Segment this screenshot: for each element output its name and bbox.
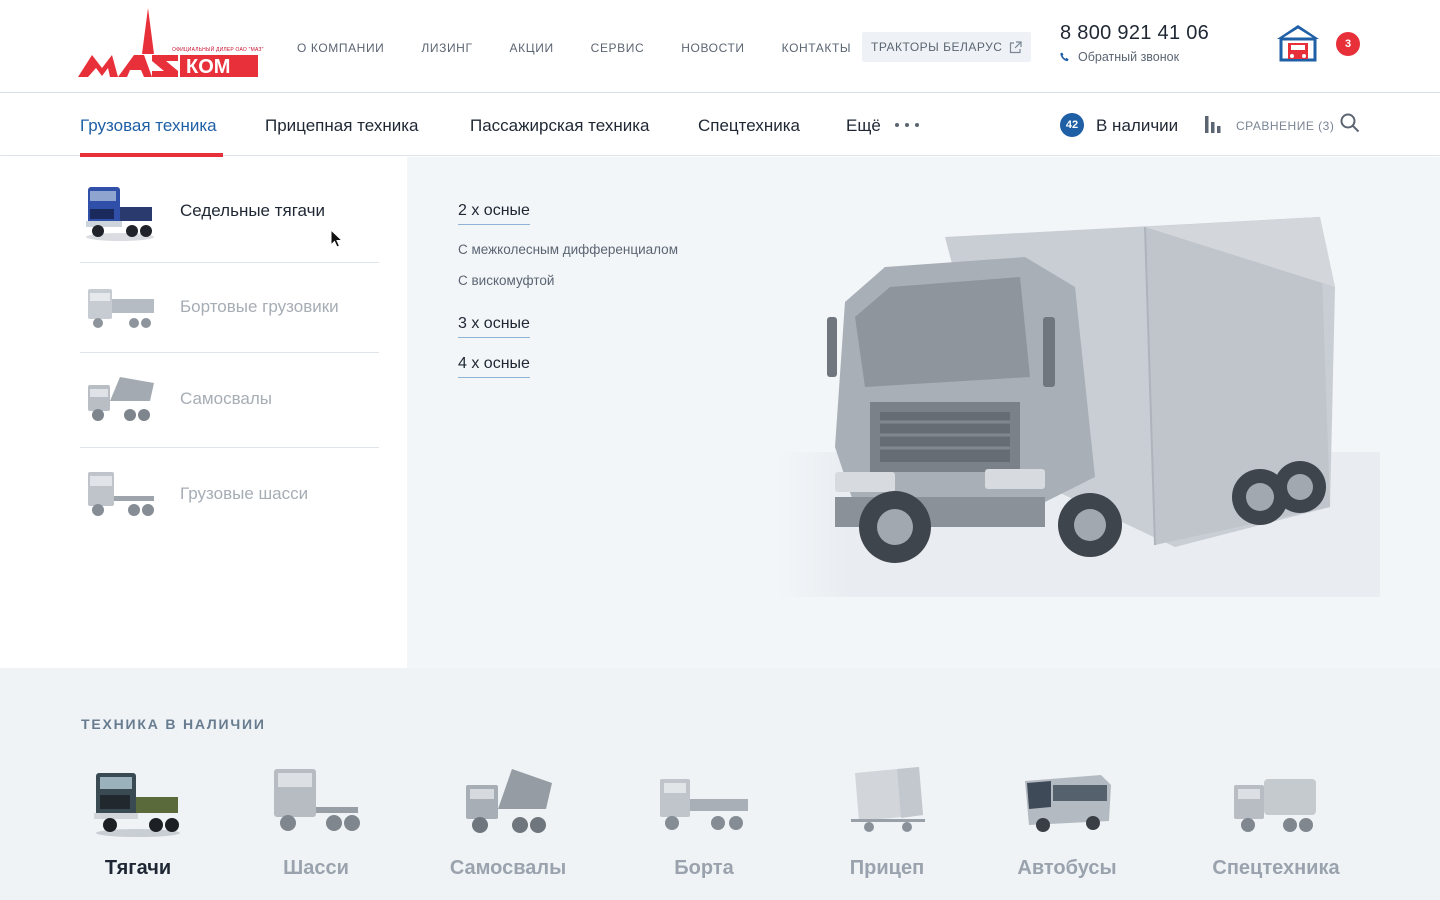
main-nav-passenger[interactable]: Пассажирская техника xyxy=(470,116,649,136)
main-nav-trucks[interactable]: Грузовая техника xyxy=(80,116,217,136)
main-nav-trailers[interactable]: Прицепная техника xyxy=(265,116,418,136)
top-nav-service[interactable]: СЕРВИС xyxy=(591,41,645,55)
main-nav-special[interactable]: Спецтехника xyxy=(698,116,800,136)
stock-trailer[interactable]: Прицеп xyxy=(797,763,977,880)
category-dumpers-label: Самосвалы xyxy=(180,389,272,408)
main-nav-more[interactable]: Ещё xyxy=(846,116,881,136)
category-tractors-label: Седельные тягачи xyxy=(180,201,325,220)
top-nav-leasing[interactable]: ЛИЗИНГ xyxy=(421,41,472,55)
top-nav: О КОМПАНИИ ЛИЗИНГ АКЦИИ СЕРВИС НОВОСТИ К… xyxy=(297,41,888,55)
stock-count-badge: 42 xyxy=(1060,113,1084,137)
in-stock-section: ТЕХНИКА В НАЛИЧИИ Тягачи Шасси Самосвалы… xyxy=(0,668,1440,900)
stock-dumpers[interactable]: Самосвалы xyxy=(418,763,598,880)
garage-count-badge: 3 xyxy=(1336,32,1360,56)
stock-trailer-label: Прицеп xyxy=(849,857,925,879)
divider xyxy=(80,447,379,448)
sub-axle-4[interactable]: 4 х осные xyxy=(458,355,530,378)
phone-number[interactable]: 8 800 921 41 06 xyxy=(1060,22,1209,45)
top-nav-news[interactable]: НОВОСТИ xyxy=(681,41,744,55)
compare-icon[interactable] xyxy=(1205,115,1221,133)
top-nav-promotions[interactable]: АКЦИИ xyxy=(510,41,554,55)
logo[interactable]: КОМ ОФИЦИАЛЬНЫЙ ДИЛЕР ОАО "МАЗ" xyxy=(78,8,263,80)
bus-image xyxy=(1025,775,1111,832)
flatbed-thumbnail xyxy=(88,289,154,328)
svg-text:КОМ: КОМ xyxy=(186,56,230,78)
search-icon[interactable] xyxy=(1340,113,1360,133)
stock-special[interactable]: Спецтехника xyxy=(1186,763,1366,880)
flatbed-image xyxy=(660,779,748,830)
category-list: Седельные тягачи Бортовые грузовики Само… xyxy=(0,157,407,668)
chassis-image xyxy=(274,769,360,831)
garage-icon[interactable] xyxy=(1276,24,1320,62)
compare-link[interactable]: СРАВНЕНИЕ (3) xyxy=(1236,119,1334,133)
stock-dumpers-label: Самосвалы xyxy=(449,857,567,879)
divider xyxy=(80,262,379,263)
mega-menu-panel: Седельные тягачи Бортовые грузовики Само… xyxy=(0,157,1440,668)
trailer-image xyxy=(851,767,925,832)
callback-label: Обратный звонок xyxy=(1078,50,1180,64)
stock-tractors[interactable]: Тягачи xyxy=(48,763,228,880)
external-link-icon xyxy=(1010,40,1023,53)
category-dumpers[interactable]: Самосвалы xyxy=(80,367,379,431)
category-flatbed[interactable]: Бортовые грузовики xyxy=(80,275,379,339)
mouse-cursor-icon xyxy=(330,229,343,248)
divider xyxy=(80,352,379,353)
phone-icon xyxy=(1060,52,1069,62)
top-nav-contacts[interactable]: КОНТАКТЫ xyxy=(782,41,852,55)
dumper-thumbnail xyxy=(88,377,154,421)
tractors-link[interactable]: ТРАКТОРЫ БЕЛАРУС xyxy=(862,32,1032,62)
category-chassis[interactable]: Грузовые шасси xyxy=(80,462,379,526)
main-nav: Грузовая техника Прицепная техника Пасса… xyxy=(0,94,1440,157)
stock-flatbed[interactable]: Борта xyxy=(614,763,794,880)
stock-special-label: Спецтехника xyxy=(1212,857,1340,879)
tractor-thumbnail xyxy=(86,187,154,241)
site-header: КОМ ОФИЦИАЛЬНЫЙ ДИЛЕР ОАО "МАЗ" О КОМПАН… xyxy=(0,0,1440,93)
special-vehicle-image xyxy=(1234,779,1316,832)
more-dots-icon[interactable] xyxy=(895,123,919,127)
tractor-image xyxy=(94,773,180,837)
sub-differential[interactable]: С межколесным дифференциалом xyxy=(458,242,678,257)
category-flatbed-label: Бортовые грузовики xyxy=(180,297,339,316)
callback-link[interactable]: Обратный звонок xyxy=(1060,50,1179,64)
in-stock-link[interactable]: В наличии xyxy=(1096,116,1178,136)
category-chassis-label: Грузовые шасси xyxy=(180,484,309,503)
in-stock-title: ТЕХНИКА В НАЛИЧИИ xyxy=(81,716,266,732)
logo-mark: КОМ xyxy=(78,8,258,78)
top-nav-about[interactable]: О КОМПАНИИ xyxy=(297,41,384,55)
stock-chassis[interactable]: Шасси xyxy=(226,763,406,880)
stock-buses[interactable]: Автобусы xyxy=(977,763,1157,880)
tractors-link-label: ТРАКТОРЫ БЕЛАРУС xyxy=(871,40,1003,54)
hero-truck-image xyxy=(775,217,1380,597)
stock-buses-label: Автобусы xyxy=(1017,857,1117,879)
dumper-image xyxy=(466,769,552,833)
sub-viscous-coupling[interactable]: С вискомуфтой xyxy=(458,273,554,288)
logo-subtitle: ОФИЦИАЛЬНЫЙ ДИЛЕР ОАО "МАЗ" xyxy=(172,47,264,53)
stock-tractors-label: Тягачи xyxy=(104,857,172,879)
sub-axle-2[interactable]: 2 х осные xyxy=(458,202,530,225)
stock-flatbed-label: Борта xyxy=(674,857,734,879)
sub-axle-3[interactable]: 3 х осные xyxy=(458,315,530,338)
stock-chassis-label: Шасси xyxy=(283,857,349,879)
chassis-thumbnail xyxy=(88,472,154,516)
